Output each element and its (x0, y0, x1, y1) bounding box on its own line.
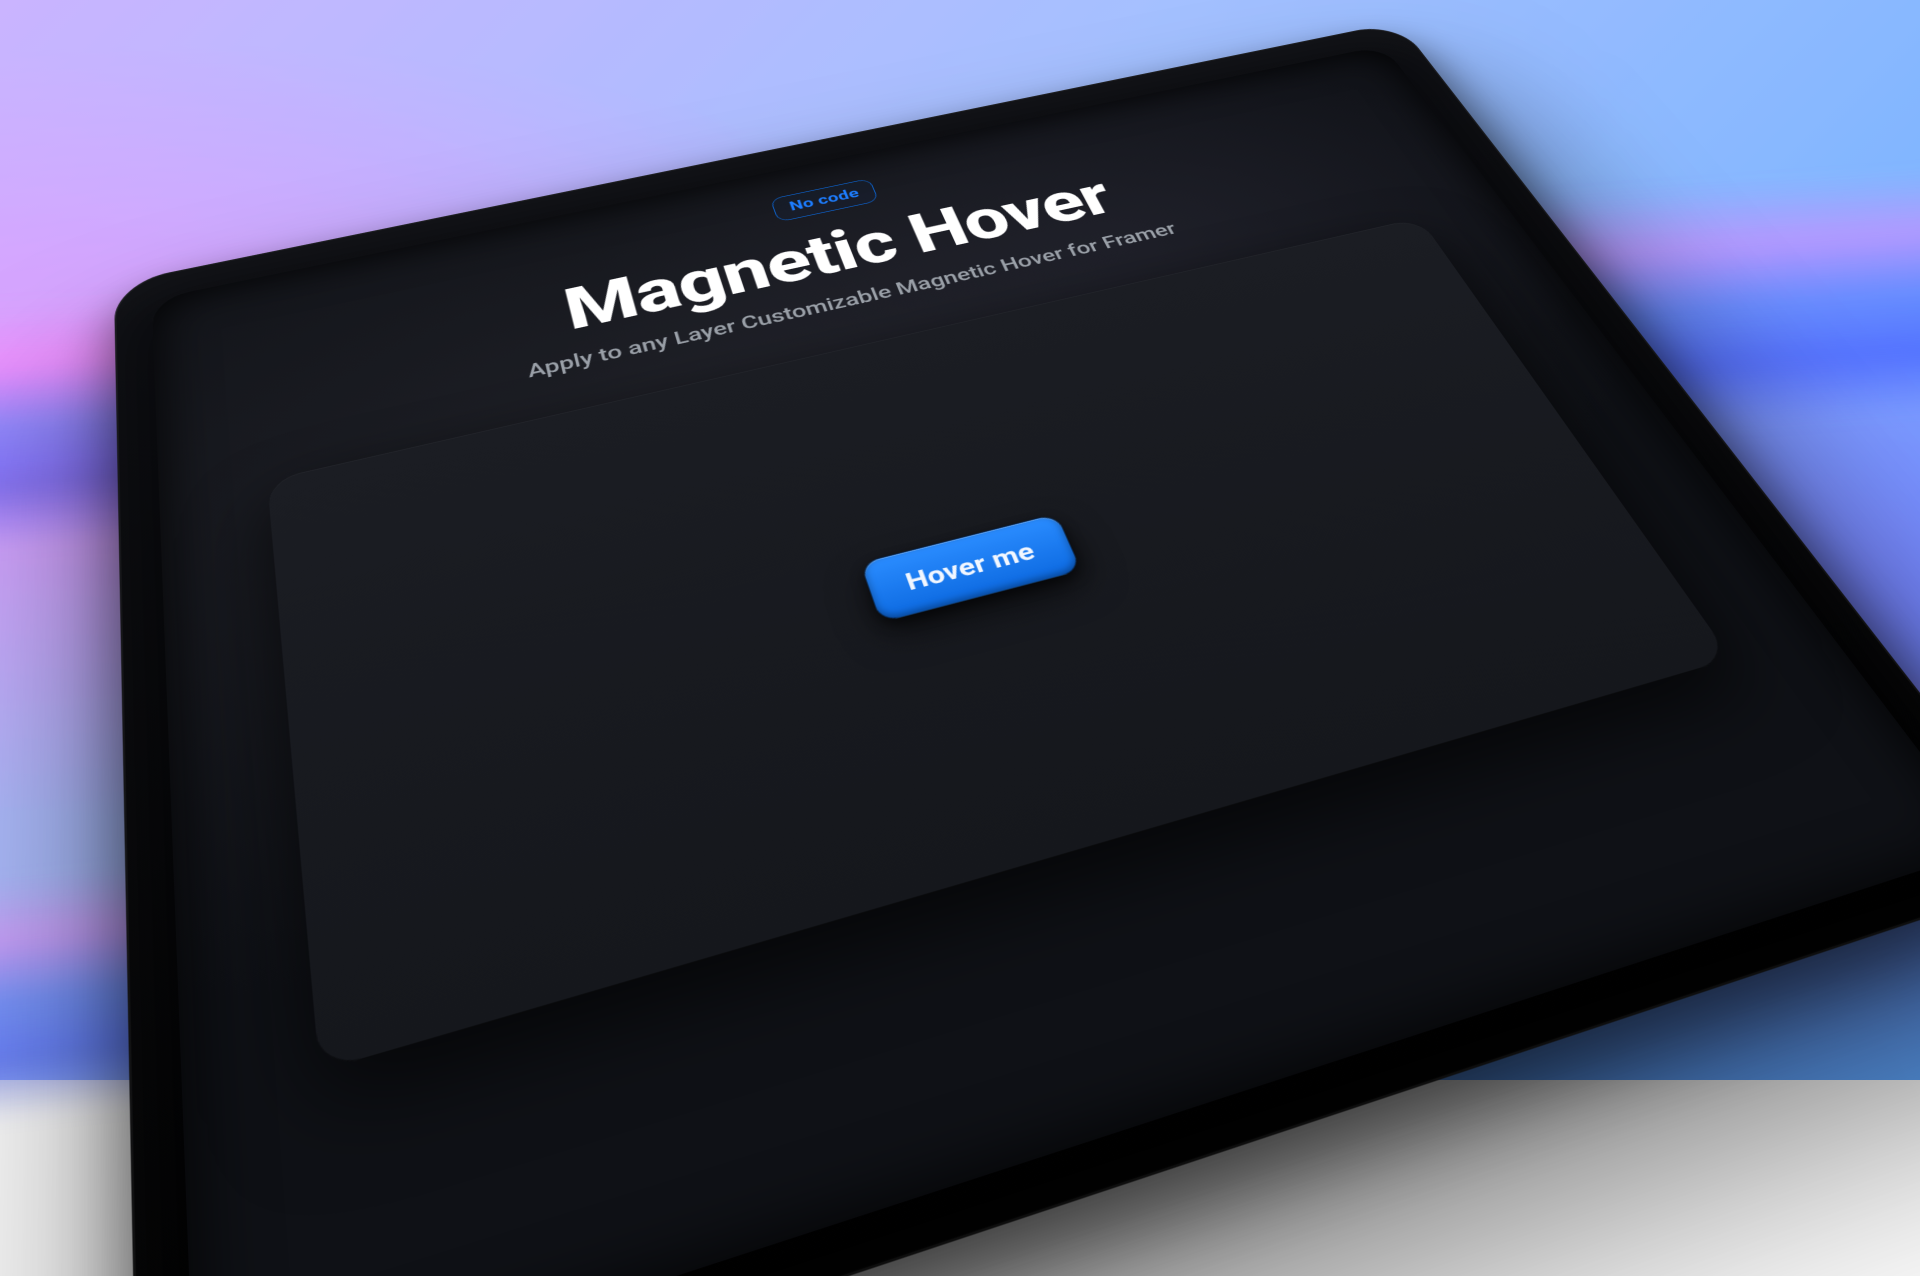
hover-me-button[interactable]: Hover me (860, 513, 1082, 622)
scene-3d: No code Magnetic Hover Apply to any Laye… (0, 0, 1920, 1080)
app-screen: No code Magnetic Hover Apply to any Laye… (152, 45, 1920, 1276)
device-frame: No code Magnetic Hover Apply to any Laye… (114, 22, 1920, 1276)
demo-panel: Hover me (267, 218, 1731, 1072)
